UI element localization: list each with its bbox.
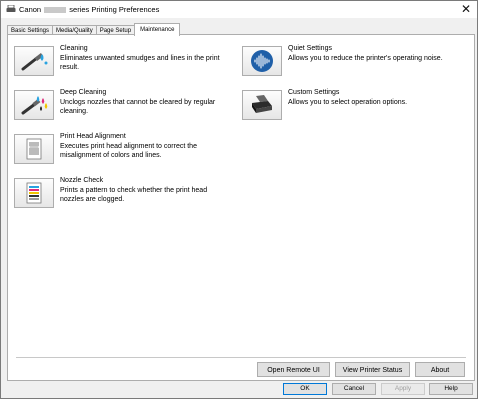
view-printer-status-button[interactable]: View Printer Status [335,362,410,377]
apply-button[interactable]: Apply [381,383,425,395]
close-button[interactable]: ✕ [459,2,473,16]
custom-settings-description: Allows you to select operation options. [288,99,408,106]
open-remote-ui-button[interactable]: Open Remote UI [257,362,330,377]
print-head-alignment-description: Executes print head alignment to correct… [60,143,197,159]
nozzle-check-description: Prints a pattern to check whether the pr… [60,187,208,203]
close-icon: ✕ [460,2,472,16]
nozzle-check-button[interactable] [14,178,54,208]
deep-cleaning-icon [21,96,48,115]
about-button[interactable]: About [415,362,465,377]
cleaning-icon [21,52,48,71]
tab-maintenance[interactable]: Maintenance [134,23,181,36]
window-title: Canon series Printing Preferences [19,5,160,14]
quiet-settings-button[interactable] [242,46,282,76]
quiet-settings-description: Allows you to reduce the printer's opera… [288,55,443,62]
printer-icon [252,95,272,113]
title-bar: Canon series Printing Preferences ✕ [1,1,477,18]
deep-cleaning-description: Unclogs nozzles that cannot be cleared b… [60,99,216,115]
cleaning-title: Cleaning [60,45,88,52]
redacted-model-name [44,7,67,13]
print-head-alignment-button[interactable] [14,134,54,164]
alignment-pattern-icon [26,138,42,160]
custom-settings-button[interactable] [242,90,282,120]
quiet-settings-title: Quiet Settings [288,45,332,52]
help-button[interactable]: Help [429,383,473,395]
cancel-button[interactable]: Cancel [332,383,376,395]
panel-separator [16,357,466,358]
printer-app-icon [6,5,16,12]
nozzle-check-title: Nozzle Check [60,177,104,184]
custom-settings-title: Custom Settings [288,89,340,96]
cleaning-button[interactable] [14,46,54,76]
printing-preferences-window: Canon series Printing Preferences ✕ Basi… [0,0,478,399]
print-head-alignment-title: Print Head Alignment [60,133,126,140]
deep-cleaning-button[interactable] [14,90,54,120]
maintenance-panel: Cleaning Eliminates unwanted smudges and… [7,34,475,381]
cleaning-description: Eliminates unwanted smudges and lines in… [60,55,220,71]
ok-button[interactable]: OK [283,383,327,395]
sound-wave-icon [251,50,273,72]
nozzle-check-pattern-icon [26,182,42,204]
deep-cleaning-title: Deep Cleaning [60,89,107,96]
